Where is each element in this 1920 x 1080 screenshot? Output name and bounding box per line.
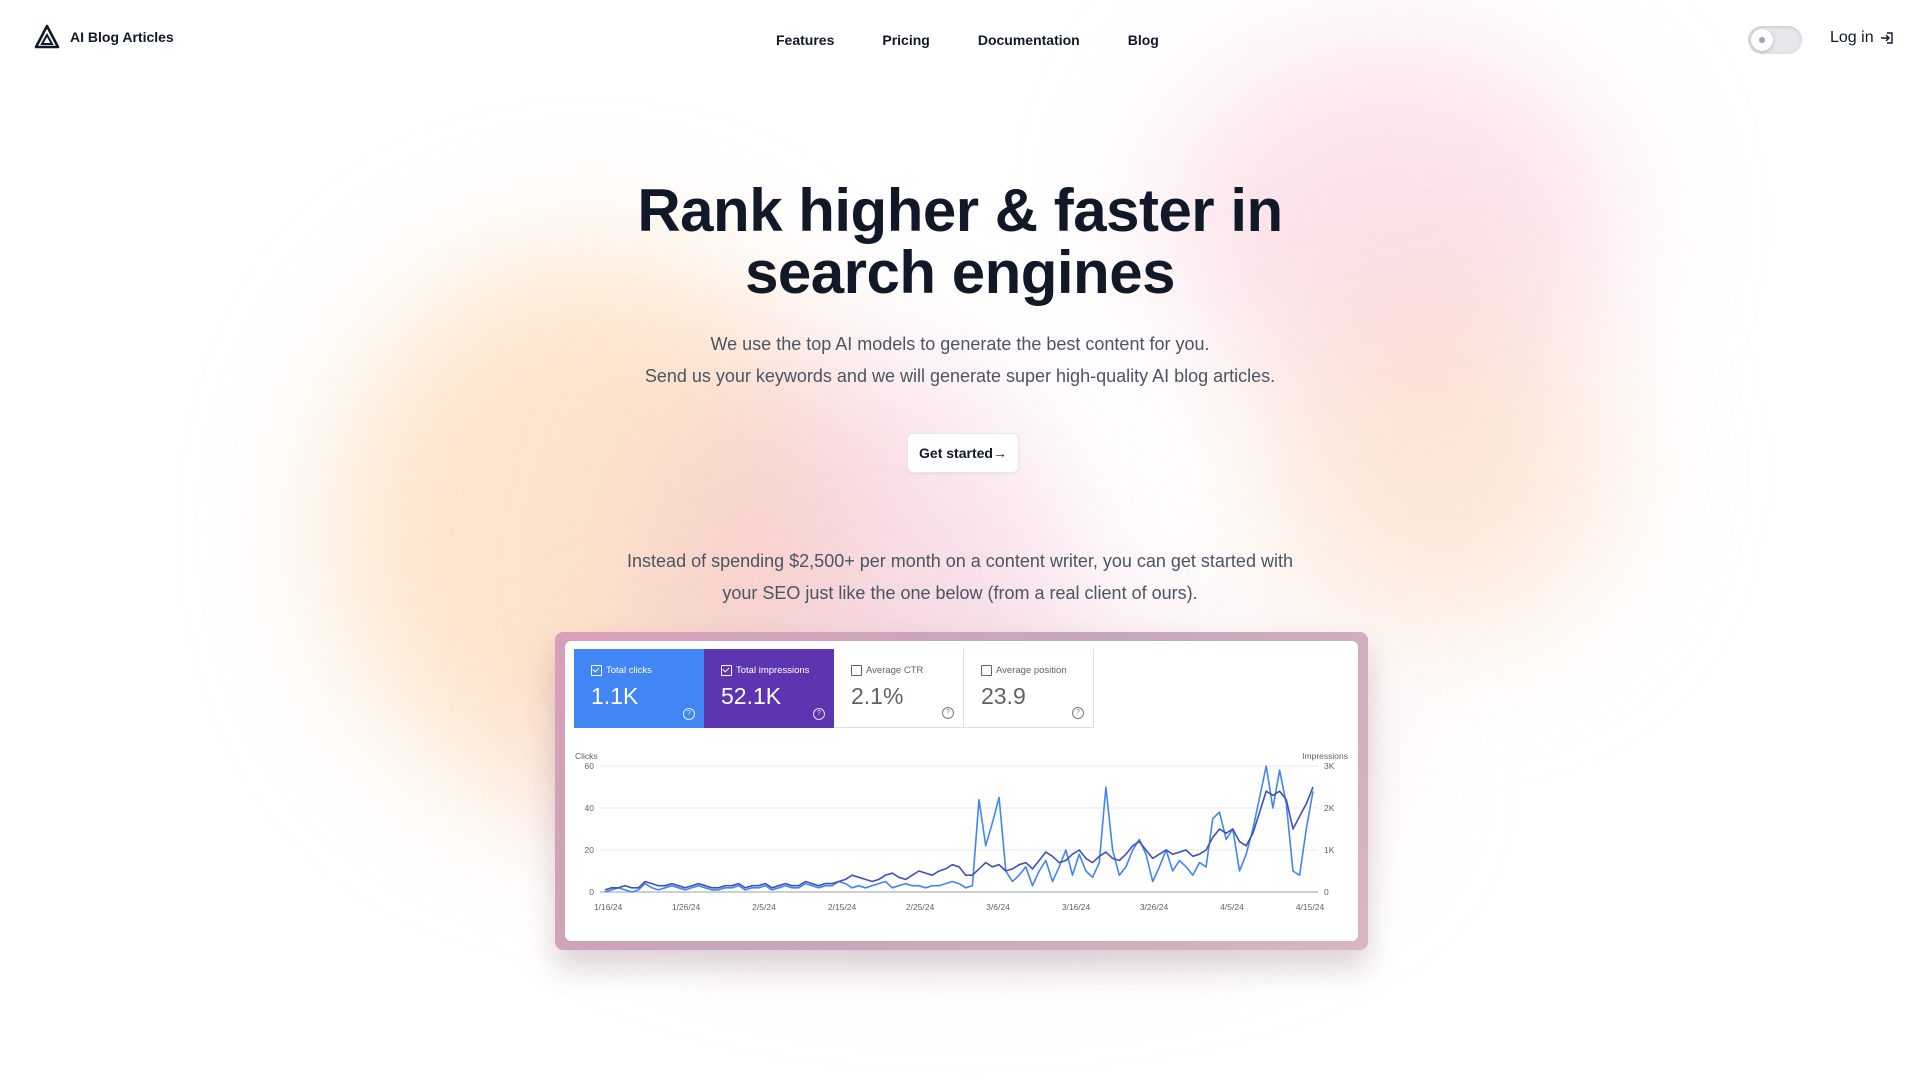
hero-title-line: search engines — [745, 239, 1175, 306]
y-tick-label-right: 3K — [1324, 761, 1335, 771]
metric-label: Total impressions — [736, 665, 810, 676]
checkbox-icon — [721, 665, 732, 676]
login-button[interactable]: Log in — [1830, 29, 1894, 47]
promo-text: Instead of spending $2,500+ per month on… — [627, 551, 1293, 571]
x-tick-label: 2/5/24 — [752, 902, 776, 912]
site-header: AI Blog Articles Features Pricing Docume… — [0, 0, 1920, 80]
help-icon: ? — [683, 708, 695, 720]
metric-label: Total clicks — [606, 665, 652, 676]
y-tick-label-right: 2K — [1324, 803, 1335, 813]
metric-total-clicks[interactable]: Total clicks 1.1K ? — [574, 649, 704, 728]
y-tick-label-left: 0 — [589, 887, 594, 897]
dashboard-screenshot: Total clicks 1.1K ? Total impressions 52… — [555, 632, 1368, 950]
y-tick-label-left: 60 — [585, 761, 595, 771]
x-tick-label: 4/5/24 — [1220, 902, 1244, 912]
nav-documentation[interactable]: Documentation — [978, 32, 1080, 48]
x-tick-label: 2/25/24 — [906, 902, 935, 912]
metric-value: 1.1K — [591, 683, 639, 709]
metric-value: 52.1K — [721, 683, 782, 709]
metric-average-ctr[interactable]: Average CTR 2.1% ? — [834, 649, 964, 728]
y-tick-label-left: 20 — [585, 845, 595, 855]
nav-features[interactable]: Features — [776, 32, 834, 48]
x-tick-label: 3/6/24 — [986, 902, 1010, 912]
get-started-label: Get started — [919, 445, 993, 461]
triangle-logo-icon — [34, 24, 60, 49]
checkbox-icon — [981, 665, 992, 676]
dashboard-panel: Total clicks 1.1K ? Total impressions 52… — [565, 641, 1358, 941]
x-tick-label: 4/15/24 — [1296, 902, 1325, 912]
nav-pricing[interactable]: Pricing — [882, 32, 929, 48]
sun-icon — [1759, 37, 1765, 43]
help-icon: ? — [813, 708, 825, 720]
y-tick-label-right: 0 — [1324, 887, 1329, 897]
performance-chart: Clicks Impressions60 3K40 2K20 1K0 01/16/24 1/… — [575, 751, 1348, 912]
brand-name: AI Blog Articles — [70, 29, 174, 45]
help-icon: ? — [942, 707, 954, 719]
hero-subtitle: Send us your keywords and we will genera… — [644, 366, 1276, 386]
x-tick-label: 3/16/24 — [1062, 902, 1091, 912]
login-arrow-icon — [1880, 32, 1893, 44]
hero-title-line: Rank higher & faster in — [637, 177, 1283, 244]
x-tick-label: 3/26/24 — [1140, 902, 1169, 912]
hero-subtitle: We use the top AI models to generate the… — [710, 334, 1210, 354]
promo-text: your SEO just like the one below (from a… — [722, 583, 1198, 603]
metric-value: 23.9 — [981, 683, 1026, 709]
metric-cards: Total clicks 1.1K ? Total impressions 52… — [574, 649, 1094, 728]
series-line-impressions — [604, 786, 1314, 891]
y-tick-label-right: 1K — [1324, 845, 1335, 855]
arrow-right-icon: → — [992, 445, 1007, 461]
checkbox-icon — [591, 665, 602, 676]
help-icon: ? — [1072, 707, 1084, 719]
metric-value: 2.1% — [851, 683, 904, 709]
nav-blog[interactable]: Blog — [1128, 32, 1159, 48]
metric-total-impressions[interactable]: Total impressions 52.1K ? — [704, 649, 834, 728]
y-axis-title-right: Impressions — [1302, 751, 1348, 761]
x-tick-label: 1/26/24 — [672, 902, 701, 912]
hero-title: Rank higher & faster in search engines — [0, 180, 1920, 304]
series-line-clicks — [604, 765, 1314, 893]
login-label: Log in — [1830, 29, 1874, 46]
x-tick-label: 2/15/24 — [828, 902, 857, 912]
get-started-button[interactable]: Get started → — [907, 433, 1019, 473]
metric-average-position[interactable]: Average position 23.9 ? — [964, 649, 1094, 728]
metric-label: Average position — [996, 665, 1067, 676]
theme-toggle[interactable] — [1748, 26, 1802, 54]
brand-link[interactable]: AI Blog Articles — [34, 24, 174, 50]
checkbox-icon — [851, 665, 862, 676]
y-tick-label-left: 40 — [585, 803, 595, 813]
x-tick-label: 1/16/24 — [594, 902, 623, 912]
y-axis-title-left: Clicks — [575, 751, 598, 761]
main-nav: Features Pricing Documentation Blog — [776, 32, 1159, 48]
toggle-knob — [1751, 29, 1773, 51]
metric-label: Average CTR — [866, 665, 924, 676]
